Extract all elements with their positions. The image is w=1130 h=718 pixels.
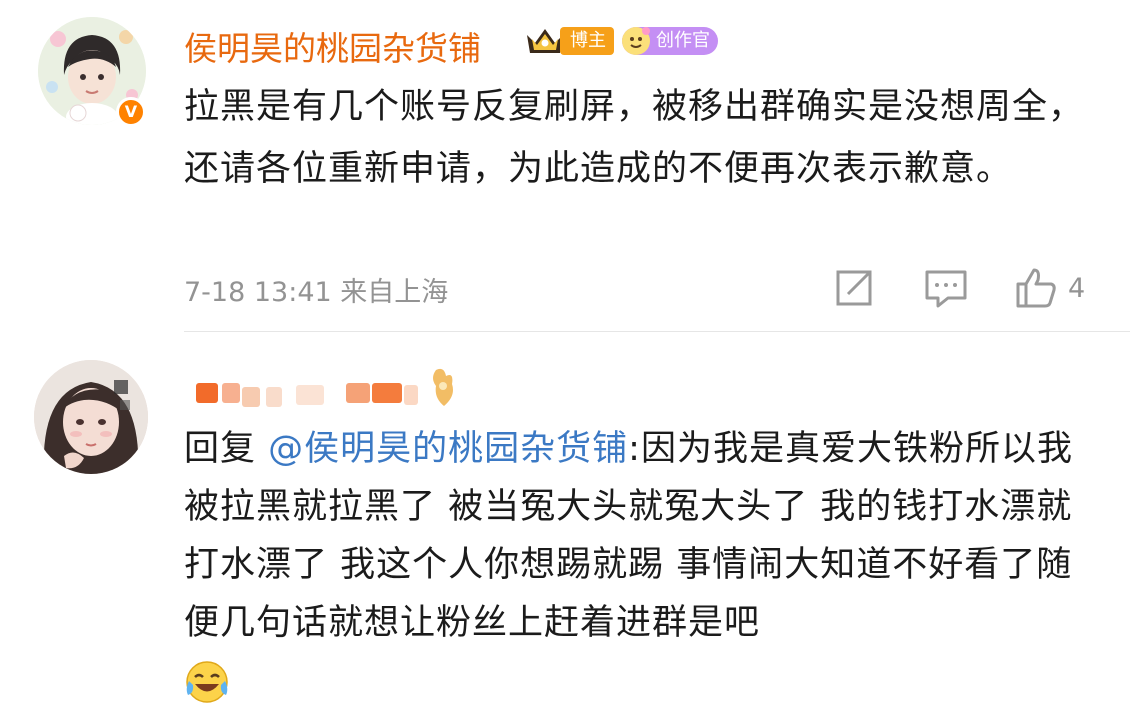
- blogger-badge: 博主: [560, 27, 614, 55]
- laughing-crying-emoji-icon: [186, 661, 228, 703]
- creator-badge-label: 创作官: [656, 30, 710, 51]
- mention-link[interactable]: @侯明昊的桃园杂货铺: [268, 429, 628, 469]
- comment-text: 拉黑是有几个账号反复刷屏，被移出群确实是没想周全，还请各位重新申请，为此造成的不…: [184, 87, 1085, 189]
- user-badges: 博主 创作官: [524, 24, 718, 58]
- creator-badge: 创作官: [622, 27, 718, 55]
- member-badge-icon: [433, 368, 453, 406]
- comment-text: 回复 @侯明昊的桃园杂货铺:因为我是真爱大铁粉所以我被拉黑就拉黑了 被当冤大头就…: [184, 420, 1084, 710]
- comment-button[interactable]: [922, 266, 970, 310]
- username[interactable]: 侯明昊的桃园杂货铺: [184, 22, 481, 70]
- blurred-username[interactable]: [196, 377, 434, 409]
- like-count: 4: [1068, 272, 1086, 304]
- comment-item: V 侯明昊的桃园杂货铺 博主 创作官 拉黑是有几个账号反复刷屏，被移出群确实是没…: [0, 0, 1130, 340]
- comment-icon: [925, 270, 967, 308]
- share-icon: [836, 270, 872, 306]
- comment-time: 7-18 13:41: [184, 277, 332, 308]
- comment-meta: 7-18 13:41 来自上海: [184, 270, 448, 309]
- avatar[interactable]: [34, 360, 148, 474]
- reply-prefix: 回复: [184, 429, 269, 469]
- comment-item: 回复 @侯明昊的桃园杂货铺:因为我是真爱大铁粉所以我被拉黑就拉黑了 被当冤大头就…: [0, 340, 1130, 718]
- creator-star-icon: [622, 27, 650, 55]
- comment-divider: [184, 331, 1130, 332]
- like-button[interactable]: 4: [1014, 266, 1085, 310]
- like-icon: [1016, 268, 1056, 308]
- comment-location: 来自上海: [340, 277, 449, 308]
- verified-badge-icon: V: [116, 97, 146, 127]
- avatar-image: [34, 360, 148, 474]
- share-button[interactable]: [832, 266, 876, 310]
